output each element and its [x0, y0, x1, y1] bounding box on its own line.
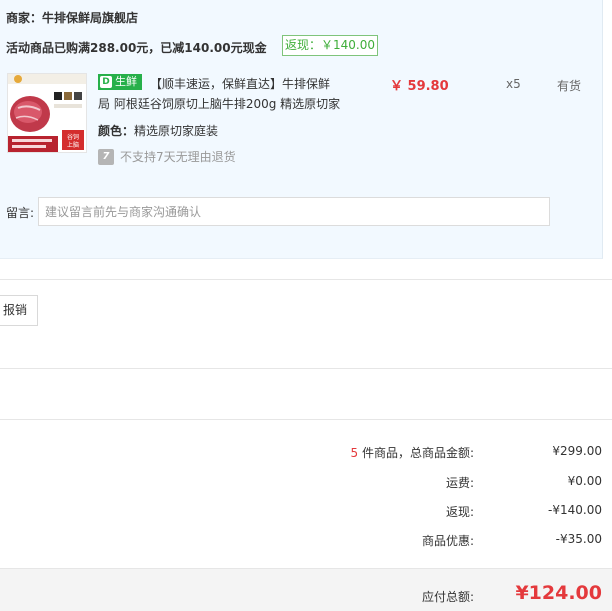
color-value: 精选原切家庭装 [134, 124, 219, 138]
payable-bar: 应付总额: ¥124.00 [0, 568, 612, 611]
discount-value: -¥35.00 [555, 532, 602, 546]
product-image-caption-1: 谷饲 [67, 133, 79, 141]
product-color: 颜色：精选原切家庭装 [98, 122, 218, 139]
goods-total: ¥299.00 [552, 444, 602, 458]
rebate-value: -¥140.00 [548, 503, 602, 517]
goods-count-label: 5 件商品，总商品金额: [351, 444, 475, 461]
fresh-tag-label: 生鲜 [115, 75, 137, 88]
product-image[interactable]: 谷饲 上脑 [7, 73, 87, 153]
invoice-button[interactable]: 报销 [0, 295, 39, 326]
fresh-tag: D 生鲜 [98, 74, 142, 90]
payable-label: 应付总额: [421, 590, 474, 604]
steak-image-icon: 谷饲 上脑 [8, 74, 86, 152]
no-return-icon: 7 [98, 148, 114, 165]
store-name: 商家：牛排保鲜局旗舰店 [6, 11, 139, 25]
rebate-label: 返现: [445, 505, 474, 519]
goods-count-suffix: 件商品，总商品金额: [358, 446, 474, 460]
product-image-caption-2: 上脑 [67, 141, 79, 149]
divider [0, 419, 612, 420]
return-policy-text: 不支持7天无理由退货 [120, 150, 236, 164]
payable-amount: ¥124.00 [515, 582, 602, 604]
divider [0, 368, 612, 369]
product-quantity: x5 [506, 77, 521, 91]
product-price: ￥ 59.80 [390, 79, 449, 94]
product-title-line1[interactable]: 【顺丰速运，保鲜直达】牛排保鲜 [150, 75, 330, 92]
stock-status: 有货 [557, 79, 582, 93]
discount-label: 商品优惠: [421, 534, 474, 548]
goods-count: 5 [350, 446, 359, 460]
promo-text: 活动商品已购满288.00元，已减140.00元现金 [6, 41, 267, 55]
divider [0, 279, 612, 280]
fresh-icon: D [100, 76, 112, 88]
shipping-value: ¥0.00 [567, 474, 602, 488]
note-label: 留言: [6, 206, 35, 220]
product-title-line2[interactable]: 局 阿根廷谷饲原切上脑牛排200g 精选原切家 [98, 95, 340, 112]
note-input[interactable] [38, 197, 550, 226]
return-policy: 7 不支持7天无理由退货 [98, 148, 236, 165]
rebate-badge: 返现：￥140.00 [282, 35, 378, 56]
color-key: 颜色： [98, 124, 135, 138]
shipping-label: 运费: [445, 476, 474, 490]
